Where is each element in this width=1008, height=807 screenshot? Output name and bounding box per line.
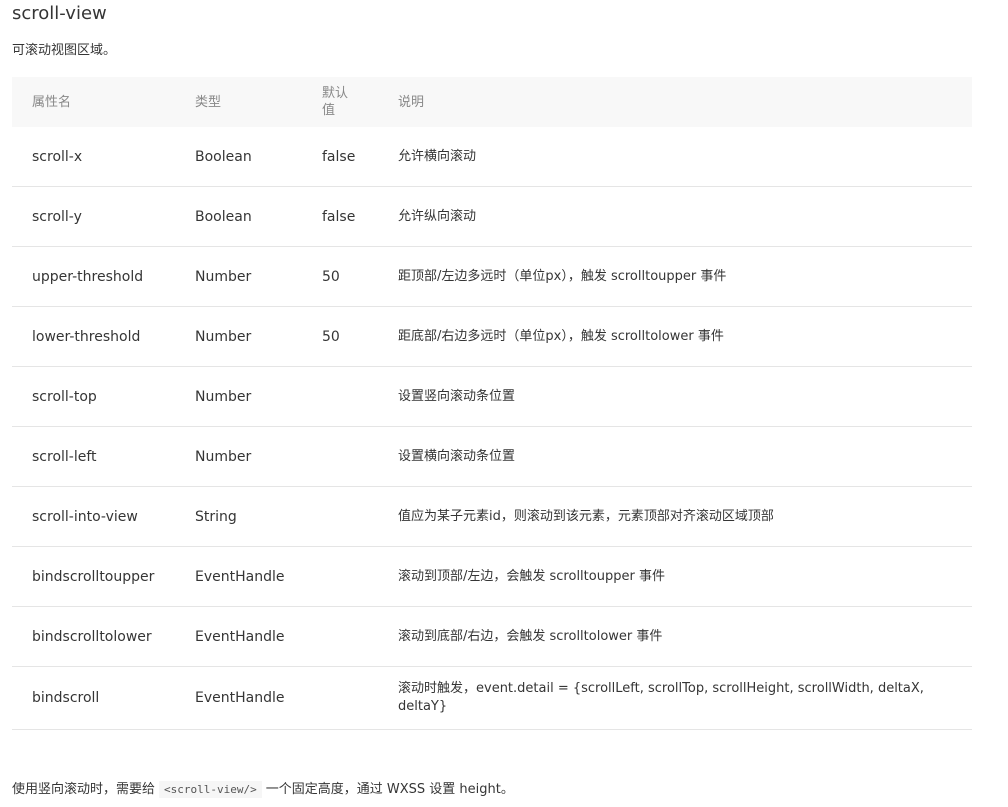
table-row: bindscroll EventHandle 滚动时触发，event.detail … — [12, 666, 972, 730]
table-row: scroll-x Boolean false 允许横向滚动 — [12, 127, 972, 187]
attributes-table: 属性名 类型 默认值 说明 scroll-x Boolean false 允许横向滚动… — [12, 77, 972, 730]
type-cell: Number — [195, 246, 322, 307]
default-value-cell: 50 — [322, 306, 398, 367]
default-value-cell — [322, 666, 398, 730]
usage-note-text-after: 一个固定高度，通过 WXSS 设置 height。 — [265, 782, 514, 797]
table-row: scroll-into-view String 值应为某子元素id，则滚动到该元素，… — [12, 486, 972, 547]
type-cell: Number — [195, 306, 322, 367]
type-cell: EventHandle — [195, 606, 322, 667]
table-header-row: 属性名 类型 默认值 说明 — [12, 77, 972, 127]
description-cell: 允许纵向滚动 — [398, 186, 972, 247]
table-body: scroll-x Boolean false 允许横向滚动 scroll-y Boolea… — [12, 127, 972, 730]
table-row: scroll-y Boolean false 允许纵向滚动 — [12, 186, 972, 247]
type-cell: String — [195, 486, 322, 547]
doc-page: scroll-view 可滚动视图区域。 属性名 类型 默认值 说明 scrol… — [0, 0, 1008, 798]
header-default-text: 默认值 — [322, 86, 349, 118]
attribute-name-cell: scroll-x — [12, 127, 195, 187]
attribute-name-cell: scroll-left — [12, 426, 195, 487]
page-title: scroll-view — [12, 3, 107, 24]
description-cell: 设置竖向滚动条位置 — [398, 366, 972, 427]
default-value-cell: false — [322, 186, 398, 247]
usage-note-text-before: 使用竖向滚动时，需要给 — [12, 782, 156, 797]
table-row: bindscrolltoupper EventHandle 滚动到顶部/左边，会触发… — [12, 546, 972, 607]
type-cell: Boolean — [195, 127, 322, 187]
default-value-cell — [322, 606, 398, 667]
description-cell: 设置横向滚动条位置 — [398, 426, 972, 487]
type-cell: Number — [195, 426, 322, 487]
attribute-name-cell: bindscrolltolower — [12, 606, 195, 667]
default-value-cell — [322, 546, 398, 607]
description-cell: 距顶部/左边多远时（单位px），触发 scrolltoupper 事件 — [398, 246, 972, 307]
table-row: scroll-top Number 设置竖向滚动条位置 — [12, 366, 972, 427]
table-row: scroll-left Number 设置横向滚动条位置 — [12, 426, 972, 487]
type-cell: EventHandle — [195, 666, 322, 730]
description-cell: 滚动到底部/右边，会触发 scrolltolower 事件 — [398, 606, 972, 667]
description-cell: 滚动时触发，event.detail = {scrollLeft, scroll… — [398, 666, 972, 730]
header-type: 类型 — [195, 77, 322, 127]
attribute-name-cell: upper-threshold — [12, 246, 195, 307]
default-value-cell — [322, 366, 398, 427]
type-cell: Boolean — [195, 186, 322, 247]
attribute-name-cell: lower-threshold — [12, 306, 195, 367]
description-cell: 值应为某子元素id，则滚动到该元素，元素顶部对齐滚动区域顶部 — [398, 486, 972, 547]
type-cell: Number — [195, 366, 322, 427]
attribute-name-cell: scroll-y — [12, 186, 195, 247]
description-cell: 距底部/右边多远时（单位px），触发 scrolltolower 事件 — [398, 306, 972, 367]
default-value-cell: 50 — [322, 246, 398, 307]
header-attribute-name: 属性名 — [12, 77, 195, 127]
description-cell: 允许横向滚动 — [398, 127, 972, 187]
default-value-cell — [322, 486, 398, 547]
attribute-name-cell: bindscrolltoupper — [12, 546, 195, 607]
attribute-name-cell: bindscroll — [12, 666, 195, 730]
attribute-name-cell: scroll-into-view — [12, 486, 195, 547]
usage-note-code: <scroll-view/> — [159, 781, 262, 798]
header-default: 默认值 — [322, 77, 398, 127]
attribute-name-cell: scroll-top — [12, 366, 195, 427]
default-value-cell — [322, 426, 398, 487]
header-description: 说明 — [398, 77, 972, 127]
usage-note: 使用竖向滚动时，需要给 <scroll-view/> 一个固定高度，通过 WXSS … — [12, 778, 514, 798]
default-value-cell: false — [322, 127, 398, 187]
component-description: 可滚动视图区域。 — [12, 43, 117, 58]
type-cell: EventHandle — [195, 546, 322, 607]
table-row: upper-threshold Number 50 距顶部/左边多远时（单位px），触… — [12, 246, 972, 307]
table-row: lower-threshold Number 50 距底部/右边多远时（单位px），触… — [12, 306, 972, 367]
table-row: bindscrolltolower EventHandle 滚动到底部/右边，会触发… — [12, 606, 972, 667]
description-cell: 滚动到顶部/左边，会触发 scrolltoupper 事件 — [398, 546, 972, 607]
